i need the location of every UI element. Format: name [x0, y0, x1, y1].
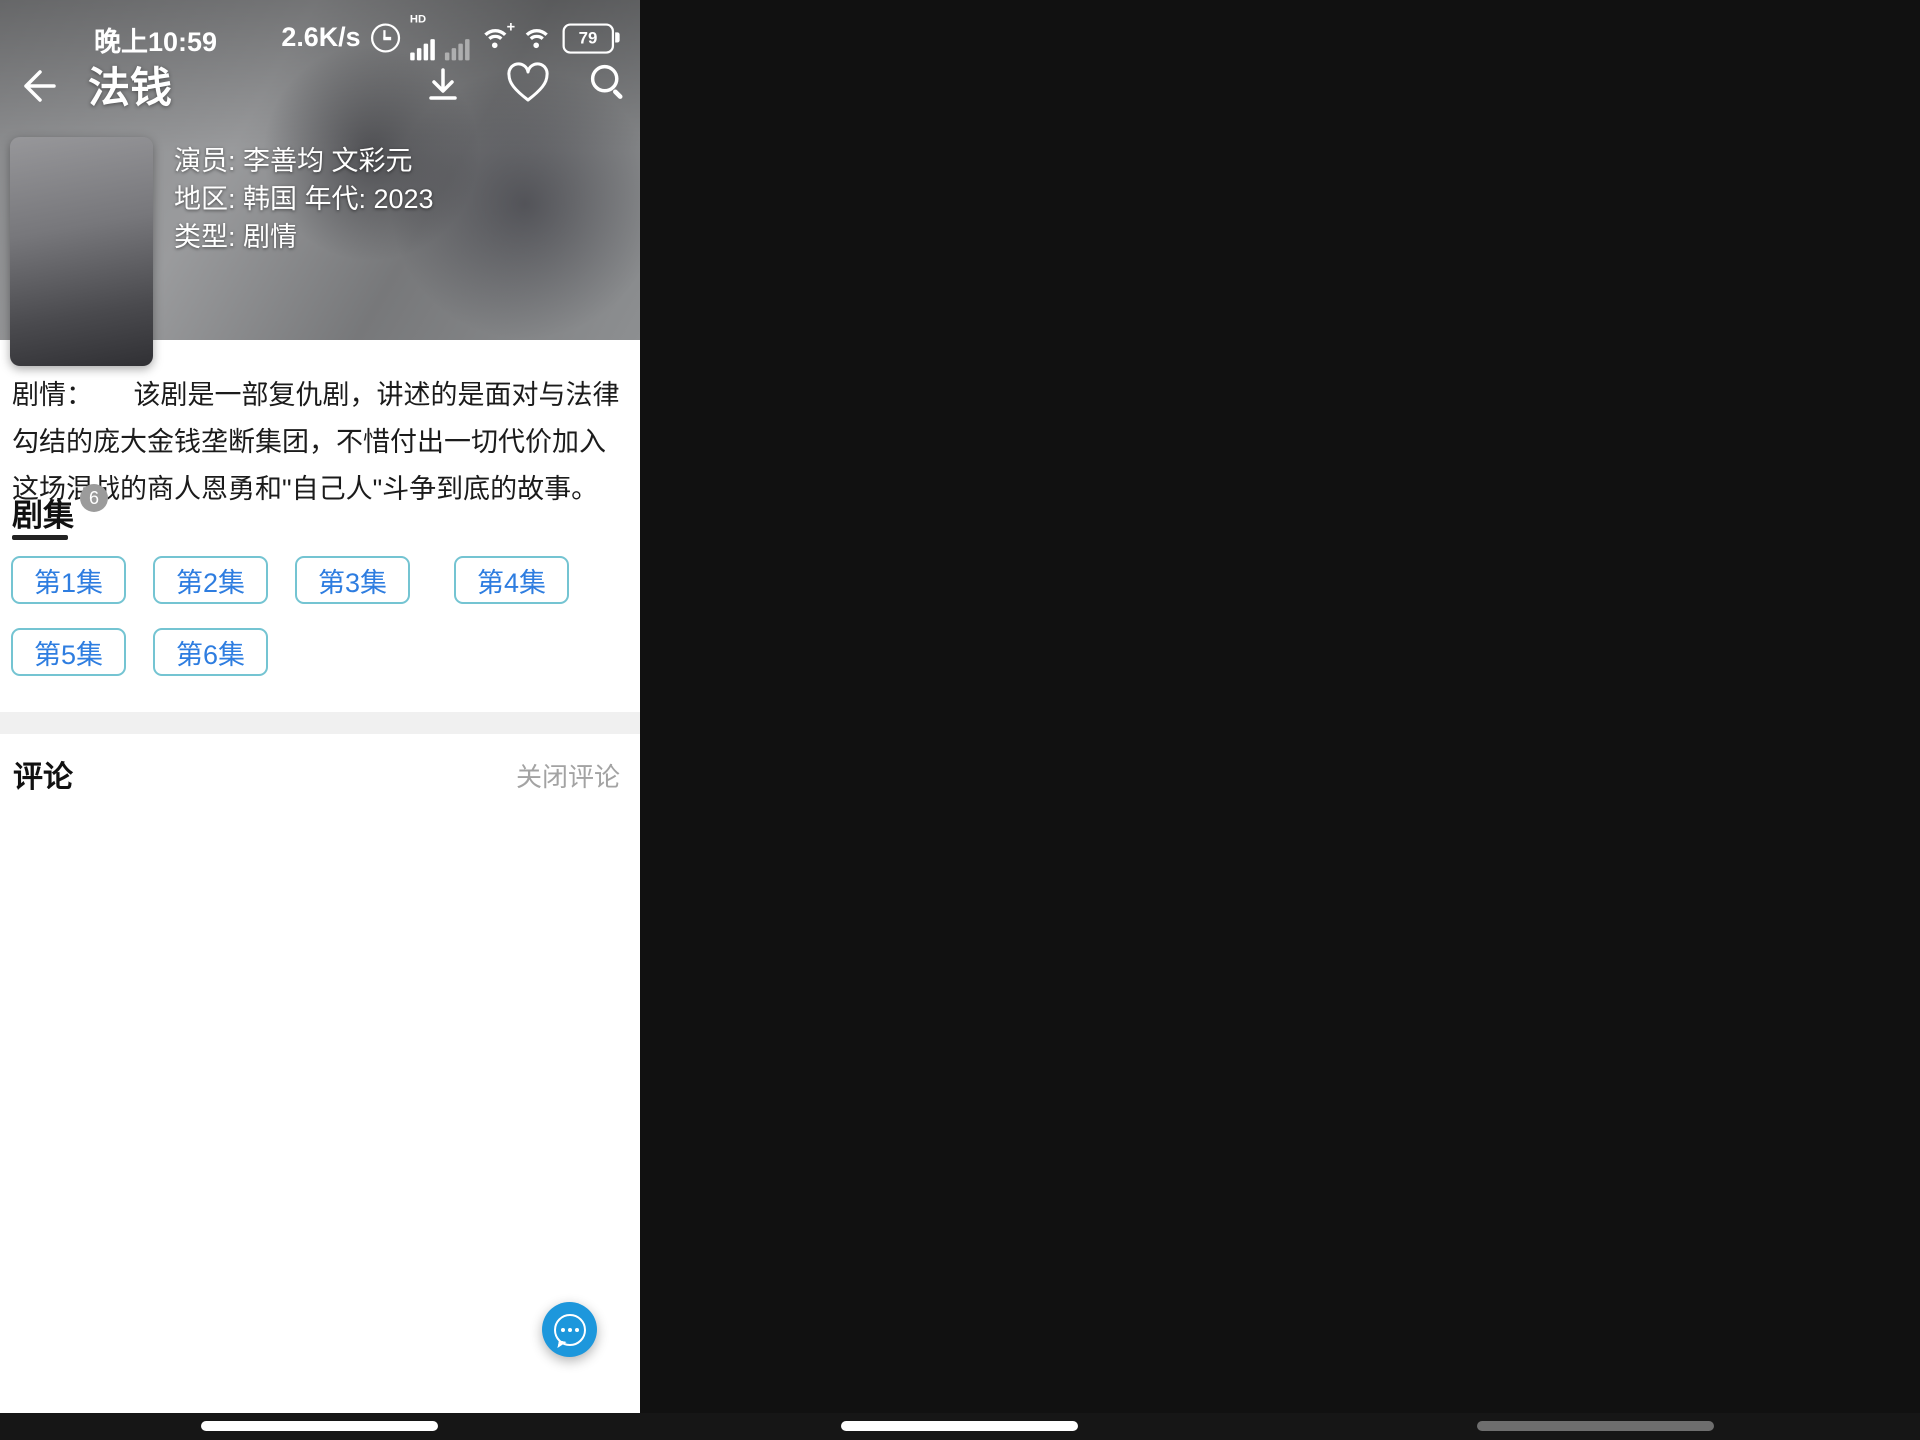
- detail-info: 演员: 李善均 文彩元 地区: 韩国 年代: 2023 类型: 剧情: [174, 142, 434, 256]
- chat-bubble-icon: [553, 1313, 586, 1346]
- comments-toggle[interactable]: 关闭评论: [516, 757, 620, 794]
- alarm-clock-icon: [370, 23, 401, 53]
- episode-button[interactable]: 第3集: [295, 556, 410, 604]
- status-icons: 2.6K/s HD + 79: [281, 13, 620, 61]
- detail-title: 法钱: [88, 64, 173, 111]
- info-genre: 类型: 剧情: [174, 222, 298, 252]
- gesture-pill[interactable]: [841, 1421, 1078, 1431]
- detail-screen: 晚上10:59 2.6K/s HD + 79 法钱 演员: 李善均 文彩元 地区…: [0, 0, 640, 1440]
- divider: [0, 712, 640, 734]
- info-actors: 演员: 李善均 文彩元: [174, 146, 413, 176]
- detail-poster-image[interactable]: [10, 137, 153, 366]
- screenshot-canvas: 晚上10:59 16.6K/s HD + 79 日剧天堂 永久会员活动即将结束 …: [0, 0, 1920, 1440]
- episode-button[interactable]: 第1集: [11, 556, 126, 604]
- favorite-heart-icon[interactable]: [505, 62, 551, 106]
- battery-icon: 79: [562, 22, 620, 54]
- network-speed: 2.6K/s: [281, 22, 361, 53]
- back-icon[interactable]: [14, 64, 58, 108]
- info-region-year: 地区: 韩国 年代: 2023: [174, 184, 434, 214]
- download-icon[interactable]: [422, 64, 464, 106]
- episode-button[interactable]: 第2集: [153, 556, 268, 604]
- gesture-pill[interactable]: [201, 1421, 438, 1431]
- wifi-plus-icon: +: [479, 18, 515, 51]
- wifi-icon: [521, 26, 553, 51]
- signal-bars2-icon: [444, 16, 470, 61]
- episodes-label: 剧集: [12, 498, 74, 533]
- gesture-bar: [0, 1413, 1920, 1440]
- episodes-header: 剧集 6: [12, 484, 108, 535]
- status-bar: 晚上10:59 2.6K/s HD + 79: [0, 13, 640, 61]
- episode-list: 第1集 第2集 第3集 第4集 第5集 第6集: [11, 556, 611, 676]
- comments-label: 评论: [13, 761, 73, 794]
- search-icon[interactable]: [590, 64, 625, 99]
- episodes-underline: [12, 535, 68, 540]
- episodes-count-badge: 6: [80, 484, 108, 512]
- episode-button[interactable]: 第4集: [454, 556, 569, 604]
- chat-fab-button[interactable]: [542, 1302, 597, 1357]
- gesture-pill[interactable]: [1477, 1421, 1714, 1431]
- episode-button[interactable]: 第5集: [11, 628, 126, 676]
- signal-bars-icon: HD: [410, 13, 435, 61]
- episode-button[interactable]: 第6集: [153, 628, 268, 676]
